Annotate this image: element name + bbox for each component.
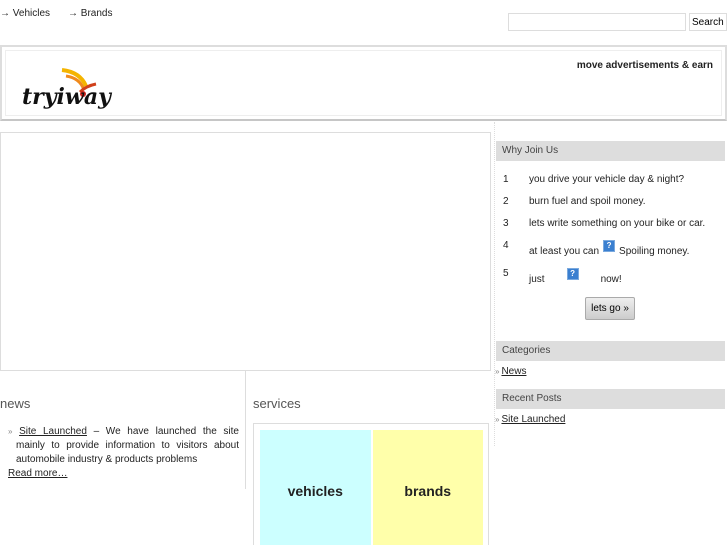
header-inner: tryiway move advertisements & earn [5, 50, 722, 116]
top-nav: → Vehicles → Brands [0, 8, 113, 19]
why-join-item: 4 at least you can?Spoiling money. [503, 240, 723, 257]
item-number: 5 [503, 268, 509, 279]
news-item-link[interactable]: Site Launched [19, 426, 87, 437]
why-join-item: 5 just? now! [503, 268, 723, 285]
nav-brands-link[interactable]: → Brands [68, 8, 112, 19]
news-body: » Site Launched – We have launched the s… [8, 425, 239, 481]
why-join-heading: Why Join Us [496, 141, 725, 161]
item-text-pre: at least you can [529, 246, 600, 257]
header-tagline: move advertisements & earn [576, 60, 713, 71]
site-header: tryiway move advertisements & earn [0, 45, 727, 121]
recent-posts-section: Recent Posts » Site Launched [495, 389, 725, 425]
services-heading: services [253, 396, 301, 411]
item-text-pre: just [529, 274, 545, 285]
item-text: just? now! [529, 268, 622, 285]
recent-posts-heading: Recent Posts [496, 389, 725, 409]
item-number: 4 [503, 240, 509, 251]
search-form: Search [508, 13, 727, 31]
item-text: burn fuel and spoil money. [529, 196, 646, 207]
tryiway-logo[interactable]: tryiway [20, 64, 130, 114]
news-item: » Site Launched – We have launched the s… [8, 425, 239, 467]
recent-post-link[interactable]: Site Launched [501, 414, 565, 425]
bullet-icon: » [495, 415, 500, 424]
why-join-item: 2 burn fuel and spoil money. [503, 196, 723, 207]
lets-go-button[interactable]: lets go » [585, 297, 635, 320]
search-input[interactable] [508, 13, 686, 31]
banner-area [0, 132, 491, 371]
categories-heading: Categories [496, 341, 725, 361]
item-text: you drive your vehicle day & night? [529, 174, 685, 185]
broken-image-icon: ? [603, 240, 616, 252]
bullet-icon: » [495, 367, 500, 376]
vehicles-tile[interactable]: vehicles [260, 430, 371, 545]
news-heading: news [0, 396, 31, 411]
read-more-link[interactable]: Read more… [8, 468, 67, 479]
search-button[interactable]: Search [689, 13, 727, 31]
services-section: services vehicles brands [253, 371, 489, 545]
sidebar: Why Join Us 1 you drive your vehicle day … [494, 122, 727, 446]
categories-section: Categories » News [495, 341, 725, 377]
why-join-section: Why Join Us [495, 141, 725, 161]
item-number: 2 [503, 196, 509, 207]
item-text: at least you can?Spoiling money. [529, 240, 690, 257]
item-text: lets write something on your bike or car… [529, 218, 706, 229]
recent-post-item: » Site Launched [495, 414, 725, 425]
item-text-post: Spoiling money. [619, 246, 690, 257]
item-number: 1 [503, 174, 509, 185]
services-box: vehicles brands [253, 423, 489, 545]
nav-vehicles-link[interactable]: → Vehicles [0, 8, 50, 19]
why-join-item: 1 you drive your vehicle day & night? [503, 174, 723, 185]
broken-image-icon: ? [566, 268, 579, 280]
logo-text: tryiway [22, 84, 113, 110]
why-join-list: 1 you drive your vehicle day & night? 2 bu… [503, 174, 723, 296]
item-text-post: now! [600, 274, 622, 285]
news-section: news » Site Launched – We have launched … [0, 371, 246, 489]
category-news-link[interactable]: News [501, 366, 526, 377]
brands-tile[interactable]: brands [372, 430, 483, 545]
category-item: » News [495, 366, 725, 377]
item-number: 3 [503, 218, 509, 229]
why-join-item: 3 lets write something on your bike or ca… [503, 218, 723, 229]
bullet-icon: » [8, 427, 13, 436]
